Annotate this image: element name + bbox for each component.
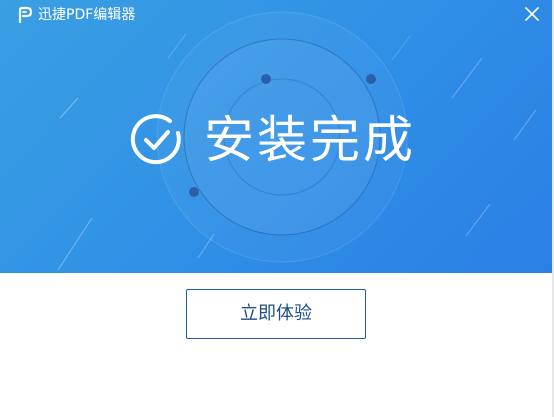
install-complete-text: 安装完成 xyxy=(204,111,416,169)
completion-banner: 迅捷PDF编辑器 安装完成 xyxy=(0,0,554,273)
check-circle-icon xyxy=(130,114,181,165)
try-now-button[interactable]: 立即体验 xyxy=(186,289,366,339)
completion-headline: 安装完成 xyxy=(130,108,416,172)
title-bar: 迅捷PDF编辑器 xyxy=(0,0,554,30)
app-logo-icon xyxy=(18,6,33,24)
close-icon[interactable] xyxy=(520,2,544,26)
app-title: 迅捷PDF编辑器 xyxy=(38,7,136,23)
installer-window: 迅捷PDF编辑器 安装完成 立即体验 xyxy=(0,0,554,417)
